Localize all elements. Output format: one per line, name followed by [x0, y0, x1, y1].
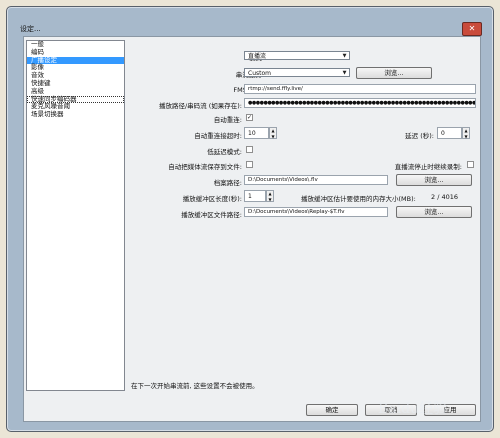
auto-reconnect-checkbox[interactable]: ✓: [246, 114, 253, 121]
fms-url-input[interactable]: rtmp://send.ffly.live/: [244, 84, 476, 94]
dialog-client: 一般 编码 广播设定 影像 音效 快捷键 高级 快速同步编码器 麦克风噪音阈 场…: [23, 36, 481, 422]
file-path-label: 档案路径:: [213, 179, 242, 187]
spin-arrows-icon[interactable]: ▲ ▼: [462, 127, 470, 139]
spin-arrows-icon[interactable]: ▲ ▼: [269, 127, 277, 139]
delay-spinner[interactable]: 0 ▲ ▼: [437, 127, 470, 139]
window-title: 设定...: [20, 25, 41, 33]
replay-length-value: 1: [248, 193, 252, 200]
save-to-file-label: 自动把媒体流保存到文件:: [168, 163, 242, 171]
stream-key-label: 播放路径/串码流 (如果存在):: [158, 102, 242, 110]
check-icon: ✓: [247, 114, 253, 121]
sidebar-item-scene-switcher[interactable]: 场景切换器: [27, 110, 124, 119]
settings-notice: 在下一次开始串流前, 这些设置不会被使用。: [131, 382, 259, 390]
reconnect-timeout-spinner[interactable]: 10 ▲ ▼: [244, 127, 277, 139]
reconnect-timeout-label: 自动重连接超时:: [194, 132, 242, 140]
spin-arrows-icon[interactable]: ▲ ▼: [266, 190, 274, 202]
delay-label: 延迟 (秒):: [405, 132, 434, 140]
keep-recording-checkbox[interactable]: [467, 161, 474, 168]
service-select[interactable]: Custom ▼: [244, 68, 350, 77]
replay-memory-label: 播放缓冲区估计要使用的内存大小(MB):: [301, 195, 416, 203]
reconnect-timeout-value: 10: [248, 130, 256, 137]
replay-memory-value: 2 / 4016: [431, 193, 458, 201]
keep-recording-label: 直播流停止时继续录制:: [394, 163, 462, 171]
chevron-down-icon: ▼: [342, 53, 347, 59]
service-value: Custom: [248, 70, 271, 77]
chevron-down-icon: ▼: [342, 70, 347, 76]
file-path-browse-button[interactable]: 浏览...: [396, 174, 472, 186]
stream-key-input[interactable]: ●●●●●●●●●●●●●●●●●●●●●●●●●●●●●●●●●●●●●●●●…: [244, 98, 476, 108]
watermark: Baidu经验: [378, 401, 448, 417]
mode-value: 直播流: [248, 53, 267, 60]
replay-length-spinner[interactable]: 1 ▲ ▼: [244, 190, 274, 202]
file-path-input[interactable]: D:\Documents\Videos\.flv: [244, 175, 388, 185]
mode-select[interactable]: 直播流 ▼: [244, 51, 350, 60]
replay-path-label: 播放缓冲区文件路径:: [181, 211, 242, 219]
low-latency-label: 低延迟模式:: [207, 148, 242, 156]
ok-button[interactable]: 确定: [306, 404, 358, 416]
save-to-file-checkbox[interactable]: [246, 161, 253, 168]
close-icon[interactable]: ✕: [462, 22, 482, 36]
low-latency-checkbox[interactable]: [246, 146, 253, 153]
replay-path-browse-button[interactable]: 浏览...: [396, 206, 472, 218]
auto-reconnect-label: 自动重连:: [213, 116, 242, 124]
delay-value: 0: [441, 130, 445, 137]
service-browse-button[interactable]: 浏览...: [356, 67, 432, 79]
settings-category-list[interactable]: 一般 编码 广播设定 影像 音效 快捷键 高级 快速同步编码器 麦克风噪音阈 场…: [26, 40, 125, 391]
replay-path-input[interactable]: D:\Documents\Videos\Replay-$T.flv: [244, 207, 388, 217]
replay-length-label: 播放缓冲区长度(秒):: [182, 195, 242, 203]
